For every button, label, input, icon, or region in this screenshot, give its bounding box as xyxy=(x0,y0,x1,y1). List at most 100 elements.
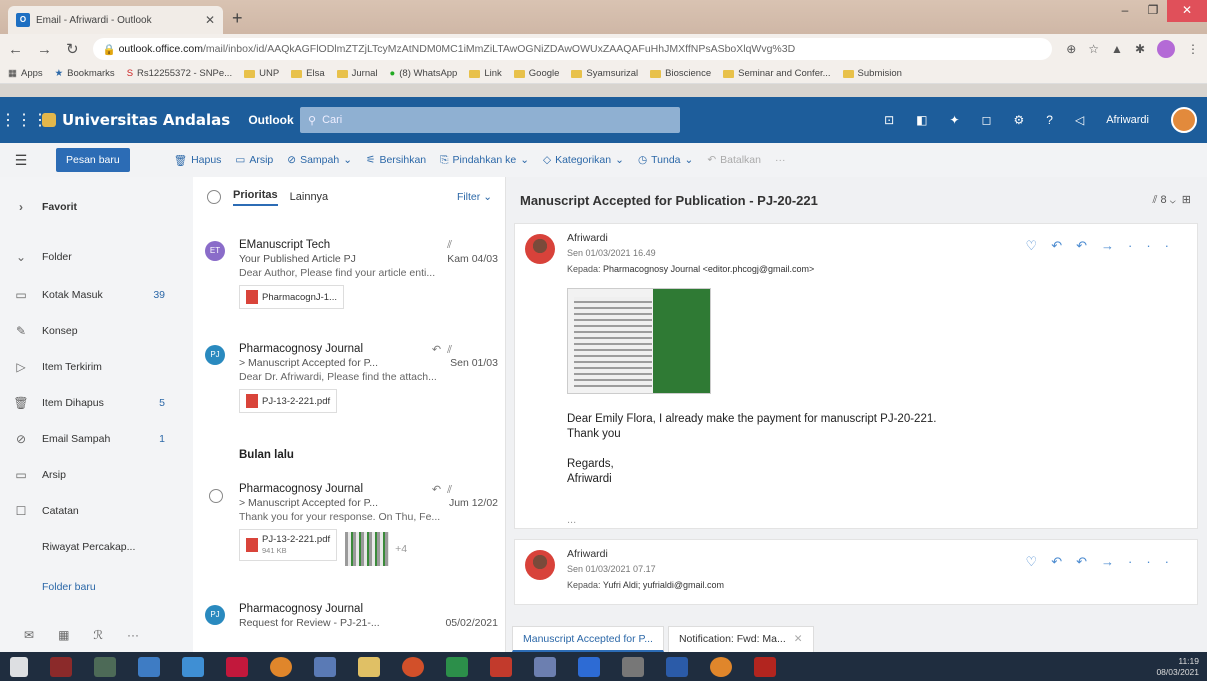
bookmark-item[interactable]: ● (8) WhatsApp xyxy=(390,68,458,79)
email-from[interactable]: Afriwardi xyxy=(567,232,608,244)
snooze-button[interactable]: ◷ Tunda ⌄ xyxy=(638,154,693,166)
app-icon[interactable] xyxy=(314,656,336,677)
sidebar-item-archive[interactable]: ▭ Arsip xyxy=(0,463,193,487)
minimize-icon[interactable]: – xyxy=(1111,0,1139,22)
chevron-down-icon[interactable]: ⌄ xyxy=(1170,194,1176,206)
select-all-checkbox[interactable] xyxy=(207,190,221,204)
profile-avatar[interactable] xyxy=(1157,40,1175,58)
back-icon[interactable]: ← xyxy=(8,41,23,58)
url-field[interactable]: 🔒 outlook.office.com /mail/inbox/id/AAQk… xyxy=(92,38,1053,60)
sidebar-item-notes[interactable]: ☐ Catatan xyxy=(0,499,193,523)
app-icon[interactable] xyxy=(622,656,644,677)
more-icon[interactable]: ··· xyxy=(1128,238,1183,253)
like-icon[interactable]: ♡ xyxy=(1026,554,1052,569)
bookmark-bookmarks[interactable]: ★ Bookmarks xyxy=(55,68,115,79)
close-icon[interactable]: ✕ xyxy=(794,633,803,645)
app-launcher-icon[interactable]: ⋮⋮⋮ xyxy=(0,110,48,130)
delete-button[interactable]: 🗑 Hapus xyxy=(174,154,222,167)
calculator-icon[interactable] xyxy=(446,656,468,677)
sidebar-item-conversation-history[interactable]: Riwayat Percakap... xyxy=(0,535,193,559)
bookmark-item[interactable]: Google xyxy=(513,68,559,79)
people-icon[interactable]: ℛ xyxy=(93,628,103,642)
folders-toggle[interactable]: ⌄ Folder xyxy=(0,245,193,269)
chrome-icon[interactable] xyxy=(270,656,292,677)
org-brand[interactable]: Universitas Andalas xyxy=(42,111,242,129)
system-tray[interactable]: 11:19 08/03/2021 xyxy=(1156,656,1207,678)
teams-icon[interactable]: ⊡ xyxy=(884,113,894,127)
tab-other[interactable]: Lainnya xyxy=(290,191,329,203)
close-window-icon[interactable]: ✕ xyxy=(1167,0,1207,22)
app-icon[interactable] xyxy=(138,656,160,677)
feedback-icon[interactable]: ◁ xyxy=(1075,113,1084,127)
email-card[interactable]: Afriwardi Sen 01/03/2021 07.17 Kepada: Y… xyxy=(514,539,1198,605)
bell-icon[interactable]: ◻ xyxy=(982,113,992,127)
select-radio[interactable] xyxy=(209,489,223,503)
tab-draft-1[interactable]: Manuscript Accepted for P... xyxy=(512,626,664,652)
sidebar-item-drafts[interactable]: ✎ Konsep xyxy=(0,319,193,343)
sidebar-item-junk[interactable]: ⊘ Email Sampah 1 xyxy=(0,427,193,451)
attachment-chip[interactable]: PharmacognJ-1... xyxy=(239,285,344,309)
image-thumbnail[interactable] xyxy=(345,532,390,567)
bookmark-item[interactable]: Submision xyxy=(842,68,902,79)
bookmark-item[interactable]: Jurnal xyxy=(336,68,378,79)
sidebar-item-sent[interactable]: ▷ Item Terkirim xyxy=(0,355,193,379)
move-to-button[interactable]: ⎘ Pindahkan ke ⌄ xyxy=(440,154,529,167)
app-icon[interactable] xyxy=(94,656,116,677)
browser-tab[interactable]: O Email - Afriwardi - Outlook ✕ xyxy=(8,6,223,34)
app-icon[interactable] xyxy=(50,656,72,677)
list-item[interactable]: PJ Pharmacognosy Journal ↶⫽ > Manuscript… xyxy=(193,343,498,413)
tab-draft-2[interactable]: Notification: Fwd: Ma... ✕ xyxy=(667,626,814,652)
list-item[interactable]: Pharmacognosy Journal ↶⫽ > Manuscript Ac… xyxy=(193,483,498,567)
junk-button[interactable]: ⊘ Sampah ⌄ xyxy=(287,154,352,166)
list-item[interactable]: ET EManuscript Tech ⫽ Your Published Art… xyxy=(193,239,498,309)
bookmark-item[interactable]: Seminar and Confer... xyxy=(723,68,831,79)
app-icon[interactable] xyxy=(402,656,424,677)
thread-count[interactable]: 8 xyxy=(1161,194,1167,206)
calendar-icon[interactable]: ▦ xyxy=(58,628,69,642)
user-name[interactable]: Afriwardi xyxy=(1106,114,1149,126)
new-mail-button[interactable]: Pesan baru xyxy=(56,148,130,172)
more-icon[interactable]: ··· xyxy=(127,628,139,642)
app-icon[interactable] xyxy=(226,656,248,677)
app-name[interactable]: Outlook xyxy=(242,113,300,127)
close-tab-icon[interactable]: ✕ xyxy=(205,13,215,27)
windows-start-icon[interactable] xyxy=(10,656,28,677)
bookmark-item[interactable]: Bioscience xyxy=(650,68,711,79)
spss-icon[interactable] xyxy=(490,656,512,677)
bookmark-item[interactable]: UNP xyxy=(244,68,279,79)
app-icon[interactable] xyxy=(182,656,204,677)
megaphone-icon[interactable]: ✦ xyxy=(949,113,959,127)
forward-icon[interactable]: → xyxy=(37,41,52,58)
acrobat-icon[interactable] xyxy=(754,656,776,677)
list-item[interactable]: PJ Pharmacognosy Journal Request for Rev… xyxy=(193,603,498,629)
forward-icon[interactable]: → xyxy=(1101,554,1128,569)
like-icon[interactable]: ♡ xyxy=(1026,238,1052,253)
reply-all-icon[interactable]: ↶ xyxy=(1076,238,1101,253)
sidebar-item-inbox[interactable]: ▭ Kotak Masuk 39 xyxy=(0,283,193,307)
more-attachments[interactable]: +4 xyxy=(395,543,407,555)
chrome-icon[interactable] xyxy=(710,656,732,677)
reply-icon[interactable]: ↶ xyxy=(1051,554,1076,569)
undo-button[interactable]: ↶ Batalkan xyxy=(707,154,761,166)
new-tab-button[interactable]: + xyxy=(232,8,243,29)
menu-icon[interactable]: ⋮ xyxy=(1187,42,1199,56)
zoom-icon[interactable] xyxy=(578,656,600,677)
maximize-icon[interactable]: ❐ xyxy=(1139,0,1167,22)
hamburger-icon[interactable]: ☰ xyxy=(0,152,42,169)
inline-image[interactable] xyxy=(567,288,711,394)
bookmark-item[interactable]: Elsa xyxy=(291,68,325,79)
skype-icon[interactable]: ◧ xyxy=(916,113,927,127)
bookmark-item[interactable]: Link xyxy=(469,68,502,79)
word-icon[interactable] xyxy=(666,656,688,677)
extensions-icon[interactable]: ✱ xyxy=(1135,42,1145,56)
archive-button[interactable]: ▭ Arsip xyxy=(235,154,273,166)
more-icon[interactable]: ··· xyxy=(1128,554,1183,569)
search-input[interactable]: ⚲ Cari xyxy=(300,107,680,133)
file-explorer-icon[interactable] xyxy=(358,656,380,677)
translate-icon[interactable]: ⊕ xyxy=(1066,42,1076,56)
bookmark-item[interactable]: S Rs12255372 - SNPe... xyxy=(127,68,232,79)
popout-icon[interactable]: ⊞ xyxy=(1179,194,1191,206)
filter-button[interactable]: Filter ⌄ xyxy=(457,191,492,203)
bookmark-apps[interactable]: ▦ Apps xyxy=(8,68,43,79)
show-more-button[interactable]: ... xyxy=(567,514,576,526)
